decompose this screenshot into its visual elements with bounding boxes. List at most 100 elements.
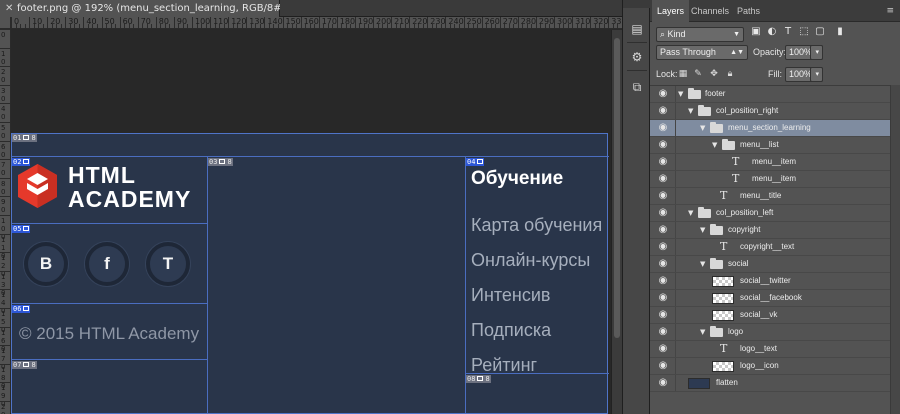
tab-layers[interactable]: Layers [652, 0, 690, 22]
layer-row[interactable]: ◉ ▼ menu__list [650, 137, 890, 154]
properties-icon[interactable]: ⚙ [628, 48, 646, 66]
pixel-filter-icon[interactable]: ▣ [750, 26, 762, 38]
menu-item[interactable]: Интенсив [471, 285, 551, 306]
layers-scrollbar[interactable] [890, 85, 900, 414]
tab-paths[interactable]: Paths [732, 0, 765, 22]
layer-row[interactable]: ◉ social__facebook [650, 290, 890, 307]
twitter-icon[interactable]: T [146, 242, 190, 286]
layer-row[interactable]: ◉ T copyright__text [650, 239, 890, 256]
eye-icon[interactable]: ◉ [655, 307, 671, 323]
menu-item[interactable]: Карта обучения [471, 215, 602, 236]
layer-row[interactable]: ◉ T logo__text [650, 341, 890, 358]
layer-row[interactable]: ◉ social__twitter [650, 273, 890, 290]
layer-row-selected[interactable]: ◉ ▼ menu_section_learning [650, 120, 890, 137]
vertical-scrollbar[interactable] [611, 30, 622, 414]
panel-menu-icon[interactable]: ≡ [886, 0, 894, 22]
chevron-down-icon[interactable]: ▼ [678, 86, 683, 102]
layer-row[interactable]: ◉ ▼ social [650, 256, 890, 273]
slice-badge[interactable]: 08 8 [466, 375, 491, 383]
layer-row[interactable]: ◉ T menu__item [650, 171, 890, 188]
eye-icon[interactable]: ◉ [655, 205, 671, 221]
layer-row[interactable]: ◉ ▼ footer [650, 86, 890, 103]
eye-icon[interactable]: ◉ [655, 239, 671, 255]
eye-icon[interactable]: ◉ [655, 120, 671, 136]
layer-row[interactable]: ◉ ▼ logo [650, 324, 890, 341]
slice-icon [219, 159, 226, 164]
menu-item[interactable]: Подписка [471, 320, 551, 341]
eye-icon[interactable]: ◉ [655, 324, 671, 340]
layer-row[interactable]: ◉ T menu__item [650, 154, 890, 171]
eye-icon[interactable]: ◉ [655, 137, 671, 153]
slice-badge[interactable]: 04 [466, 158, 485, 166]
vertical-ruler[interactable]: 0 10 20 30 40 50 60 70 80 90 100 110 120 130 140 150 160… [0, 29, 11, 414]
layer-row[interactable]: ◉ ▼ col_position_left [650, 205, 890, 222]
libraries-icon[interactable]: ⧉ [628, 78, 646, 96]
ruler-tick-label: 50 [1, 124, 6, 140]
chevron-down-icon[interactable]: ▼ [700, 120, 705, 136]
lock-move-icon[interactable]: ✥ [708, 68, 720, 80]
chevron-down-icon[interactable]: ▼ [688, 205, 693, 221]
facebook-icon[interactable]: f [85, 242, 129, 286]
vk-icon[interactable]: B [24, 242, 68, 286]
opacity-dropdown[interactable]: ▾ [810, 45, 823, 60]
slice-badge[interactable]: 05 [12, 225, 31, 233]
canvas[interactable]: 01 8 02 03 8 04 05 06 07 8 08 8 HTML ACADEMY [11, 30, 611, 414]
slice-badge[interactable]: 01 8 [12, 134, 37, 142]
layer-row[interactable]: ◉ ▼ copyright [650, 222, 890, 239]
lock-all-icon[interactable]: 🔒︎ [724, 68, 736, 80]
lock-paint-icon[interactable]: ✎ [692, 68, 704, 80]
menu-item[interactable]: Онлайн-курсы [471, 250, 590, 271]
eye-icon[interactable]: ◉ [655, 222, 671, 238]
blend-mode-select[interactable]: Pass Through ▲▼ [656, 45, 748, 60]
document-tab[interactable]: ✕ footer.png @ 192% (menu_section_learni… [0, 0, 294, 17]
ruler-minor-tick [563, 24, 565, 28]
layer-row[interactable]: ◉ T menu__title [650, 188, 890, 205]
slice-badge[interactable]: 07 8 [12, 361, 37, 369]
chevron-down-icon[interactable]: ▼ [700, 256, 705, 272]
ruler-minor-tick [128, 24, 130, 28]
ruler-corner[interactable] [0, 17, 11, 29]
close-icon[interactable]: ✕ [5, 0, 13, 17]
slice-badge[interactable]: 06 [12, 305, 31, 313]
text-layer-icon: T [720, 240, 728, 253]
eye-icon[interactable]: ◉ [655, 290, 671, 306]
dock-grip[interactable] [623, 0, 651, 8]
shape-filter-icon[interactable]: ⬚ [798, 26, 810, 38]
ruler-tick: 140 [264, 17, 283, 28]
eye-icon[interactable]: ◉ [655, 273, 671, 289]
layer-row[interactable]: ◉ flatten [650, 375, 890, 392]
eye-icon[interactable]: ◉ [655, 86, 671, 102]
eye-icon[interactable]: ◉ [655, 358, 671, 374]
layer-row[interactable]: ◉ ▼ col_position_right [650, 103, 890, 120]
layer-row[interactable]: ◉ social__vk [650, 307, 890, 324]
type-filter-icon[interactable]: T [782, 26, 794, 38]
ruler-tick: 70 [0, 159, 10, 178]
filter-kind-select[interactable]: ⌕ Kind ▼ [656, 27, 744, 42]
chevron-down-icon[interactable]: ▼ [712, 137, 717, 153]
chevron-down-icon[interactable]: ▼ [688, 103, 693, 119]
eye-icon[interactable]: ◉ [655, 256, 671, 272]
eye-icon[interactable]: ◉ [655, 154, 671, 170]
horizontal-ruler[interactable]: 0 10 20 30 40 50 60 70 80 90 100 110 120 130 140 150 160… [11, 17, 622, 29]
fill-dropdown[interactable]: ▾ [810, 67, 823, 82]
lock-transparency-icon[interactable]: ▦ [677, 68, 689, 80]
layer-row[interactable]: ◉ logo__icon [650, 358, 890, 375]
ruler-tick: 90 [173, 17, 187, 28]
eye-icon[interactable]: ◉ [655, 188, 671, 204]
tab-channels[interactable]: Channels [686, 0, 734, 22]
ruler-minor-tick [115, 24, 117, 28]
ruler-tick: 60 [0, 140, 10, 160]
filter-toggle-icon[interactable]: ▮ [834, 26, 846, 38]
eye-icon[interactable]: ◉ [655, 171, 671, 187]
eye-icon[interactable]: ◉ [655, 103, 671, 119]
scrollbar-thumb[interactable] [614, 38, 620, 338]
chevron-down-icon[interactable]: ▼ [700, 222, 705, 238]
menu-item[interactable]: Рейтинг [471, 355, 537, 376]
chevron-down-icon[interactable]: ▼ [700, 324, 705, 340]
eye-icon[interactable]: ◉ [655, 341, 671, 357]
adjustment-filter-icon[interactable]: ◐ [766, 26, 778, 38]
smart-object-filter-icon[interactable]: ▢ [814, 26, 826, 38]
slice-badge[interactable]: 03 8 [208, 158, 233, 166]
history-icon[interactable]: ▤ [628, 20, 646, 38]
eye-icon[interactable]: ◉ [655, 375, 671, 391]
